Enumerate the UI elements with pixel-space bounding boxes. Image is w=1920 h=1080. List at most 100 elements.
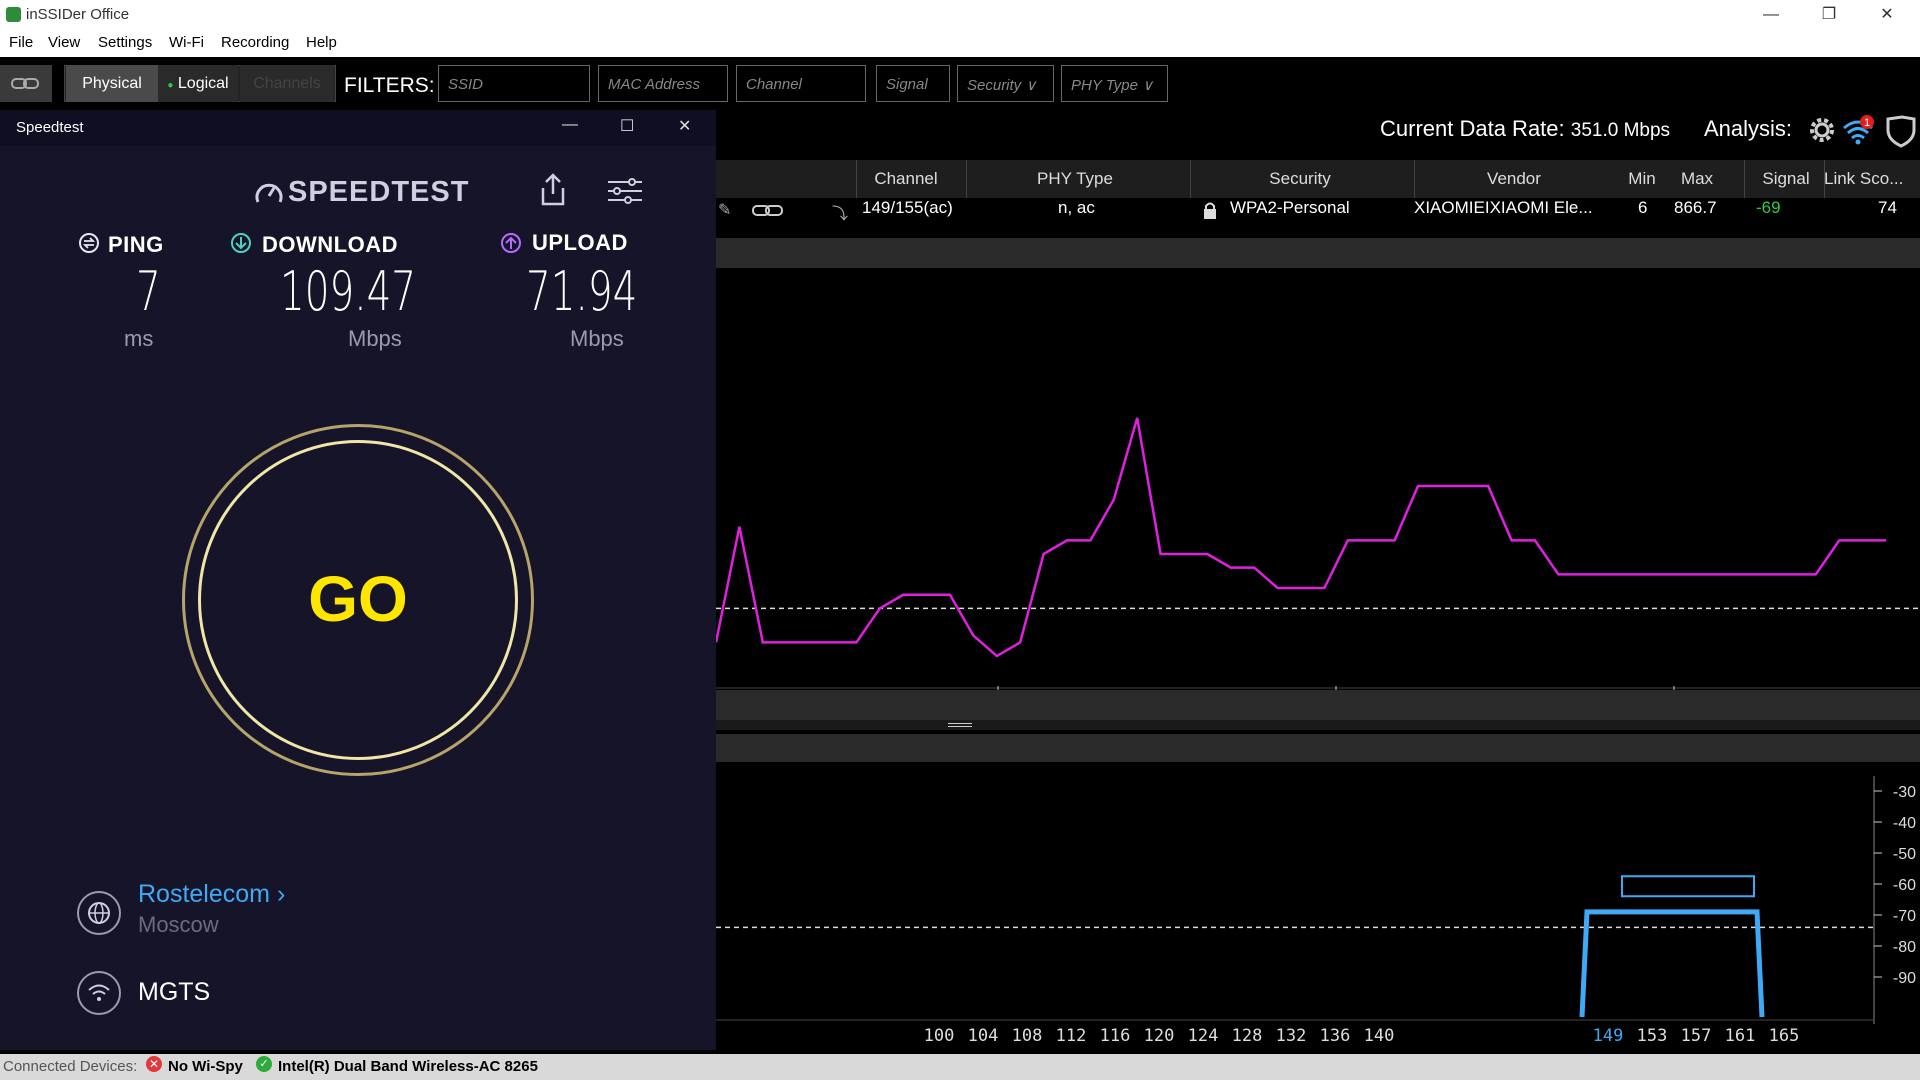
chevron-down-icon: ∨ bbox=[1142, 77, 1154, 94]
menu-wifi[interactable]: Wi-Fi bbox=[169, 34, 204, 51]
phy-filter-label: PHY Type bbox=[1071, 77, 1138, 94]
data-rate-label: Current Data Rate: bbox=[1380, 116, 1565, 141]
segment-physical[interactable]: Physical bbox=[66, 65, 158, 102]
notification-count: 1 bbox=[1864, 117, 1870, 129]
download-icon bbox=[231, 233, 251, 253]
speedtest-brand: SPEEDTEST bbox=[288, 176, 470, 208]
channel-tick-label: 108 bbox=[1012, 1026, 1043, 1046]
cell-signal: -69 bbox=[1756, 198, 1781, 217]
go-button[interactable]: GO bbox=[198, 440, 518, 760]
menu-view[interactable]: View bbox=[48, 34, 80, 51]
y-tick-label: -30 bbox=[1893, 784, 1916, 801]
status-bar: Connected Devices: ✕ No Wi-Spy ✓ Intel(R… bbox=[0, 1054, 1920, 1080]
splitter-grip-icon[interactable] bbox=[948, 723, 972, 727]
lock-icon bbox=[1204, 202, 1216, 219]
speedtest-minimize-icon[interactable]: — bbox=[562, 116, 578, 134]
analysis-label: Analysis: bbox=[1704, 116, 1793, 141]
channel-filter-input[interactable]: Channel bbox=[736, 65, 866, 102]
connected-devices-label: Connected Devices: bbox=[3, 1058, 138, 1075]
y-tick-label: -90 bbox=[1893, 970, 1916, 987]
splitter[interactable] bbox=[716, 720, 1920, 730]
cell-max: 866.7 bbox=[1674, 198, 1717, 217]
link-icon[interactable] bbox=[752, 202, 786, 218]
error-icon: ✕ bbox=[146, 1056, 162, 1072]
app-icon bbox=[6, 7, 21, 22]
signal-series-line bbox=[716, 417, 1886, 658]
menu-bar: File View Settings Wi-Fi Recording Help bbox=[0, 29, 1920, 57]
column-divider bbox=[966, 160, 967, 198]
cell-security: WPA2-Personal bbox=[1230, 198, 1350, 217]
channel-tick-label: 112 bbox=[1056, 1026, 1087, 1046]
security-filter-dropdown[interactable]: Security ∨ bbox=[957, 65, 1054, 102]
y-tick-label: -70 bbox=[1893, 908, 1916, 925]
speedtest-close-icon[interactable]: ✕ bbox=[678, 116, 691, 136]
window-title: inSSIDer Office bbox=[26, 6, 130, 23]
segment-channels[interactable]: Channels bbox=[240, 65, 334, 102]
link-icon bbox=[11, 78, 39, 89]
filter-bar: Physical ● Logical Channels FILTERS: SSI… bbox=[0, 57, 1920, 113]
ping-unit: ms bbox=[124, 326, 154, 351]
y-tick-label: -40 bbox=[1893, 815, 1916, 832]
channel-tick-label: 153 bbox=[1637, 1026, 1668, 1046]
menu-help[interactable]: Help bbox=[306, 34, 337, 51]
globe-icon bbox=[77, 891, 121, 935]
data-rate-value: 351.0 Mbps bbox=[1570, 120, 1671, 141]
speedtest-window: Speedtest — ☐ ✕ SPEEDTEST PING DOWNLOAD … bbox=[0, 110, 716, 1050]
title-bar: inSSIDer Office — ❐ ✕ bbox=[0, 0, 1920, 29]
cell-channel: 149/155(ac) bbox=[862, 198, 953, 217]
graph-header-band bbox=[716, 238, 1920, 268]
y-tick-label: -80 bbox=[1893, 939, 1916, 956]
menu-settings[interactable]: Settings bbox=[98, 34, 152, 51]
gear-icon[interactable] bbox=[1810, 118, 1834, 142]
channel-tick-label: 161 bbox=[1725, 1026, 1756, 1046]
channel-tick-label: 100 bbox=[924, 1026, 955, 1046]
channel-tick-label: 140 bbox=[1364, 1026, 1395, 1046]
channel-tick-label: 104 bbox=[968, 1026, 999, 1046]
y-tick-label: -50 bbox=[1893, 846, 1916, 863]
column-dividers bbox=[716, 160, 1920, 198]
signal-time-graph: :3012:26:30 bbox=[716, 417, 1920, 690]
channel-tick-label: 157 bbox=[1681, 1026, 1712, 1046]
ssid-filter-input[interactable]: SSID bbox=[438, 65, 590, 102]
channel-tick-label: 120 bbox=[1144, 1026, 1175, 1046]
channel-tick-label: 165 bbox=[1769, 1026, 1800, 1046]
edit-icon[interactable]: ✎ bbox=[718, 200, 731, 220]
signal-filter-input[interactable]: Signal bbox=[876, 65, 950, 102]
menu-recording[interactable]: Recording bbox=[221, 34, 289, 51]
mac-filter-input[interactable]: MAC Address bbox=[598, 65, 728, 102]
isp-link[interactable]: Rostelecom › bbox=[138, 880, 285, 909]
segment-logical[interactable]: ● Logical bbox=[158, 65, 238, 102]
cell-min: 6 bbox=[1638, 198, 1648, 217]
download-label: DOWNLOAD bbox=[262, 232, 398, 257]
upload-icon bbox=[501, 233, 521, 253]
settings-sliders-icon[interactable] bbox=[606, 176, 644, 206]
security-filter-label: Security bbox=[967, 77, 1022, 94]
phy-filter-dropdown[interactable]: PHY Type ∨ bbox=[1061, 65, 1168, 102]
device-intel-adapter[interactable]: Intel(R) Dual Band Wireless-AC 8265 bbox=[278, 1058, 538, 1075]
speedtest-logo-icon bbox=[255, 183, 283, 203]
channel-tick-label: 149 bbox=[1593, 1026, 1624, 1046]
isp-name: Rostelecom bbox=[138, 880, 270, 908]
channel-graph: -30 -40 -50 -60 -70 -80 -90 100 104 108 112 116 120… bbox=[716, 776, 1916, 1046]
speedtest-titlebar: Speedtest — ☐ ✕ bbox=[0, 110, 716, 146]
download-value: 109.47 bbox=[280, 260, 417, 323]
column-divider bbox=[1190, 160, 1191, 198]
isp-city: Moscow bbox=[138, 912, 219, 937]
filters-label: FILTERS: bbox=[344, 74, 435, 97]
restore-button[interactable]: ❐ bbox=[1800, 0, 1858, 29]
channel-hover-box[interactable] bbox=[1621, 875, 1755, 898]
share-icon[interactable] bbox=[538, 172, 568, 208]
close-button[interactable]: ✕ bbox=[1858, 0, 1916, 29]
shield-icon[interactable] bbox=[1886, 115, 1916, 148]
analysis-icons: 1 bbox=[1810, 115, 1916, 148]
time-axis-band bbox=[716, 690, 1920, 720]
channel-tick-label: 128 bbox=[1232, 1026, 1263, 1046]
cell-link-score: 74 bbox=[1878, 198, 1897, 217]
menu-file[interactable]: File bbox=[9, 34, 33, 51]
minimize-button[interactable]: — bbox=[1742, 0, 1800, 29]
device-wispy[interactable]: No Wi-Spy bbox=[168, 1058, 243, 1075]
link-toggle-button[interactable] bbox=[0, 65, 52, 102]
y-tick-label: -60 bbox=[1893, 877, 1916, 894]
speedtest-maximize-icon[interactable]: ☐ bbox=[620, 116, 634, 136]
column-divider bbox=[1824, 160, 1825, 198]
